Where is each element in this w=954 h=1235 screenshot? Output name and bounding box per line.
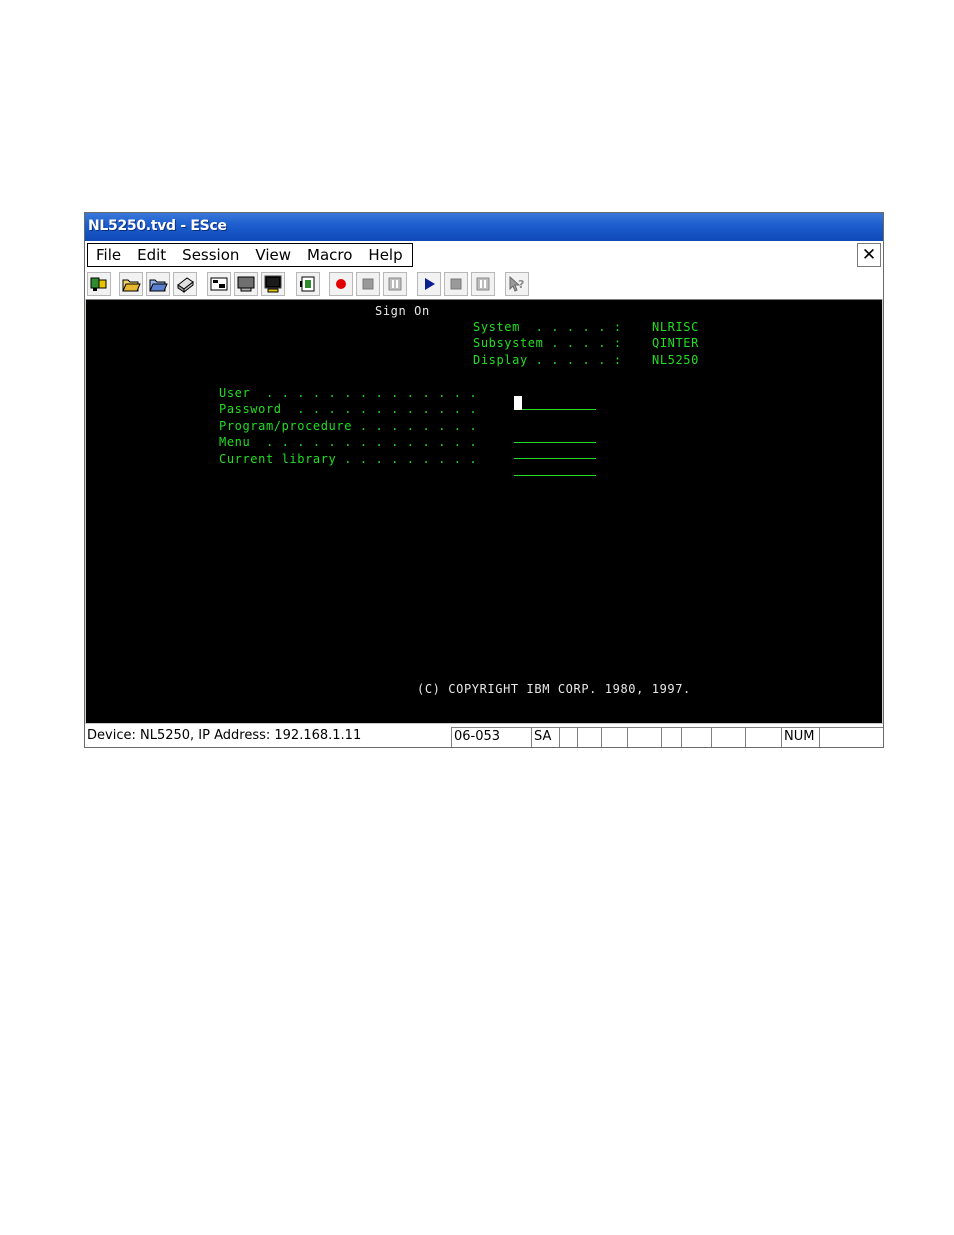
print-button[interactable] — [173, 272, 197, 296]
monitor-icon — [264, 275, 282, 293]
open-folder-button[interactable] — [119, 272, 143, 296]
current-library-input[interactable] — [514, 462, 596, 476]
menu-group: File Edit Session View Macro Help — [87, 243, 413, 267]
print-icon — [177, 277, 194, 294]
pause-record-icon — [388, 277, 402, 291]
open-folder-icon — [122, 279, 141, 292]
window-title: NL5250.tvd - ESce — [88, 218, 227, 234]
menu-file[interactable]: File — [88, 244, 129, 266]
open-session-button[interactable] — [146, 272, 170, 296]
user-label: User . . . . . . . . . . . . . . — [219, 386, 478, 400]
stop-record-button[interactable] — [356, 272, 380, 296]
status-cell-empty — [745, 727, 781, 747]
status-cell-empty — [661, 727, 681, 747]
connect-icon — [90, 277, 107, 291]
user-input[interactable] — [514, 396, 596, 410]
status-bar: Device: NL5250, IP Address: 192.168.1.11… — [85, 723, 883, 747]
stop-record-icon — [362, 278, 374, 290]
toolbar: ? — [85, 269, 883, 299]
pause-icon — [476, 277, 490, 291]
subsystem-label: Subsystem . . . . : — [473, 336, 622, 350]
pause-macro-button[interactable] — [471, 272, 495, 296]
stop-icon — [450, 278, 462, 290]
menu-bar: File Edit Session View Macro Help ✕ — [85, 241, 883, 269]
mode-indicator: SA — [531, 727, 559, 747]
subsystem-value: QINTER — [652, 336, 699, 350]
status-cell-empty — [601, 727, 627, 747]
close-button[interactable]: ✕ — [857, 243, 881, 267]
menu-input[interactable] — [514, 445, 596, 459]
status-cell-empty — [711, 727, 745, 747]
menu-edit[interactable]: Edit — [129, 244, 174, 266]
keyboard-button[interactable] — [296, 272, 320, 296]
cursor-position: 06-053 — [451, 727, 531, 747]
status-cell-empty — [819, 727, 883, 747]
menu-view[interactable]: View — [247, 244, 299, 266]
display-icon — [237, 276, 255, 292]
num-lock-indicator: NUM — [781, 727, 819, 747]
emulator-window: NL5250.tvd - ESce File Edit Session View… — [84, 212, 884, 748]
display-label: Display . . . . . : — [473, 353, 622, 367]
status-cell-empty — [681, 727, 711, 747]
play-macro-button[interactable] — [417, 272, 441, 296]
display-value: NL5250 — [652, 353, 699, 367]
help-button[interactable]: ? — [505, 272, 529, 296]
display-button[interactable] — [234, 272, 258, 296]
menu-session[interactable]: Session — [174, 244, 247, 266]
program-procedure-label: Program/procedure . . . . . . . . — [219, 419, 478, 433]
title-bar[interactable]: NL5250.tvd - ESce — [85, 213, 883, 241]
terminal-screen[interactable]: Sign On System . . . . . : NLRISC Subsys… — [86, 299, 882, 723]
open-session-icon — [149, 279, 168, 292]
stop-macro-button[interactable] — [444, 272, 468, 296]
menu-help[interactable]: Help — [360, 244, 410, 266]
pause-record-button[interactable] — [383, 272, 407, 296]
menu-label: Menu . . . . . . . . . . . . . . — [219, 435, 478, 449]
keyboard-icon — [300, 276, 315, 292]
connect-button[interactable] — [87, 272, 111, 296]
password-label: Password . . . . . . . . . . . . — [219, 402, 478, 416]
svg-text:?: ? — [518, 278, 524, 291]
record-icon — [336, 279, 346, 289]
copy-screen-icon — [210, 277, 228, 291]
copyright-notice: (C) COPYRIGHT IBM CORP. 1980, 1997. — [417, 682, 691, 696]
status-cell-empty — [627, 727, 661, 747]
text-cursor — [514, 396, 522, 410]
copy-screen-button[interactable] — [207, 272, 231, 296]
menu-macro[interactable]: Macro — [299, 244, 360, 266]
system-label: System . . . . . : — [473, 320, 622, 334]
record-macro-button[interactable] — [329, 272, 353, 296]
play-icon — [425, 278, 435, 290]
monitor-button[interactable] — [261, 272, 285, 296]
current-library-label: Current library . . . . . . . . . — [219, 452, 478, 466]
status-cell-empty — [577, 727, 601, 747]
screen-heading: Sign On — [375, 304, 430, 318]
close-icon: ✕ — [861, 245, 877, 265]
device-info: Device: NL5250, IP Address: 192.168.1.11 — [87, 728, 362, 743]
system-value: NLRISC — [652, 320, 699, 334]
help-icon: ? — [509, 275, 524, 292]
status-cell-empty — [559, 727, 577, 747]
program-procedure-input[interactable] — [514, 429, 596, 443]
